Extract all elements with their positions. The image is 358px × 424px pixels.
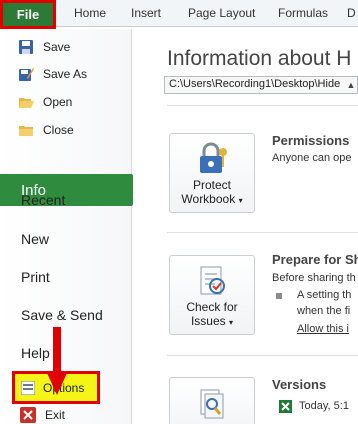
tab-page-layout[interactable]: Page Layout — [188, 6, 255, 20]
permissions-text: Anyone can ope — [272, 152, 352, 164]
protect-label-2: Workbook — [181, 192, 236, 206]
file-tab[interactable]: File — [0, 0, 56, 29]
nav-recent[interactable]: Recent — [21, 192, 65, 208]
tab-formulas[interactable]: Formulas — [278, 6, 328, 20]
version-item[interactable]: Today, 5:1 — [299, 400, 349, 412]
versions-title: Versions — [272, 377, 327, 392]
exit-command[interactable]: Exit — [20, 405, 65, 424]
info-panel: Information about H C:\Users\Recording1\… — [133, 29, 358, 424]
options-icon — [20, 380, 36, 395]
save-label: Save — [43, 40, 71, 54]
divider — [167, 232, 358, 233]
save-as-command[interactable]: Save As — [18, 64, 87, 84]
excel-file-icon — [279, 400, 292, 413]
file-path-field[interactable]: C:\Users\Recording1\Desktop\Hide — [164, 76, 358, 94]
save-icon — [18, 39, 34, 55]
exit-icon — [20, 407, 36, 423]
prepare-title: Prepare for Sh — [272, 252, 358, 267]
tab-data[interactable]: D — [347, 6, 356, 20]
open-label: Open — [43, 95, 73, 109]
close-folder-icon — [18, 122, 34, 138]
checklist-icon — [195, 264, 229, 298]
ribbon-tab-bar: File Home Insert Page Layout Formulas D — [0, 0, 358, 29]
dropdown-caret-icon: ▾ — [229, 318, 234, 327]
permissions-title: Permissions — [272, 133, 350, 148]
exit-label: Exit — [45, 408, 66, 422]
divider — [167, 355, 358, 356]
divider — [167, 105, 358, 106]
tab-home[interactable]: Home — [74, 6, 106, 20]
prepare-bullet-line-1: A setting th — [297, 289, 352, 301]
protect-label-1: Protect — [192, 178, 231, 192]
annotation-arrow-icon — [47, 327, 67, 395]
backstage-nav: Save Save As Open Close Info Recent New … — [0, 29, 142, 424]
close-label: Close — [43, 123, 74, 137]
allow-info-link[interactable]: Allow this i — [297, 323, 349, 335]
versions-icon — [195, 386, 229, 420]
nav-info[interactable]: Info — [0, 174, 142, 206]
bullet-icon — [276, 293, 282, 299]
nav-new[interactable]: New — [21, 231, 49, 247]
check-issues-label-1: Check for — [186, 300, 238, 314]
protect-workbook-button[interactable]: Protect Workbook ▾ — [169, 133, 255, 213]
check-issues-label-2: Issues — [190, 314, 226, 328]
dropdown-caret-icon: ▾ — [238, 196, 243, 205]
manage-versions-button[interactable] — [169, 377, 255, 424]
save-command[interactable]: Save — [18, 37, 70, 57]
check-for-issues-button[interactable]: Check for Issues ▾ — [169, 255, 255, 335]
open-command[interactable]: Open — [18, 92, 72, 112]
prepare-bullet-line-2: when the fi — [297, 305, 351, 317]
save-as-label: Save As — [43, 67, 88, 81]
open-folder-icon — [18, 94, 34, 110]
tab-insert[interactable]: Insert — [131, 6, 161, 20]
close-command[interactable]: Close — [18, 120, 74, 140]
nav-save-send[interactable]: Save & Send — [21, 307, 103, 323]
save-as-icon — [18, 66, 34, 82]
nav-print[interactable]: Print — [21, 269, 50, 285]
prepare-text: Before sharing th — [272, 272, 356, 284]
nav-help[interactable]: Help — [21, 345, 50, 361]
scroll-up-icon[interactable]: ▲ — [344, 76, 358, 94]
page-title: Information about H — [167, 47, 352, 70]
lock-keys-icon — [195, 142, 229, 176]
